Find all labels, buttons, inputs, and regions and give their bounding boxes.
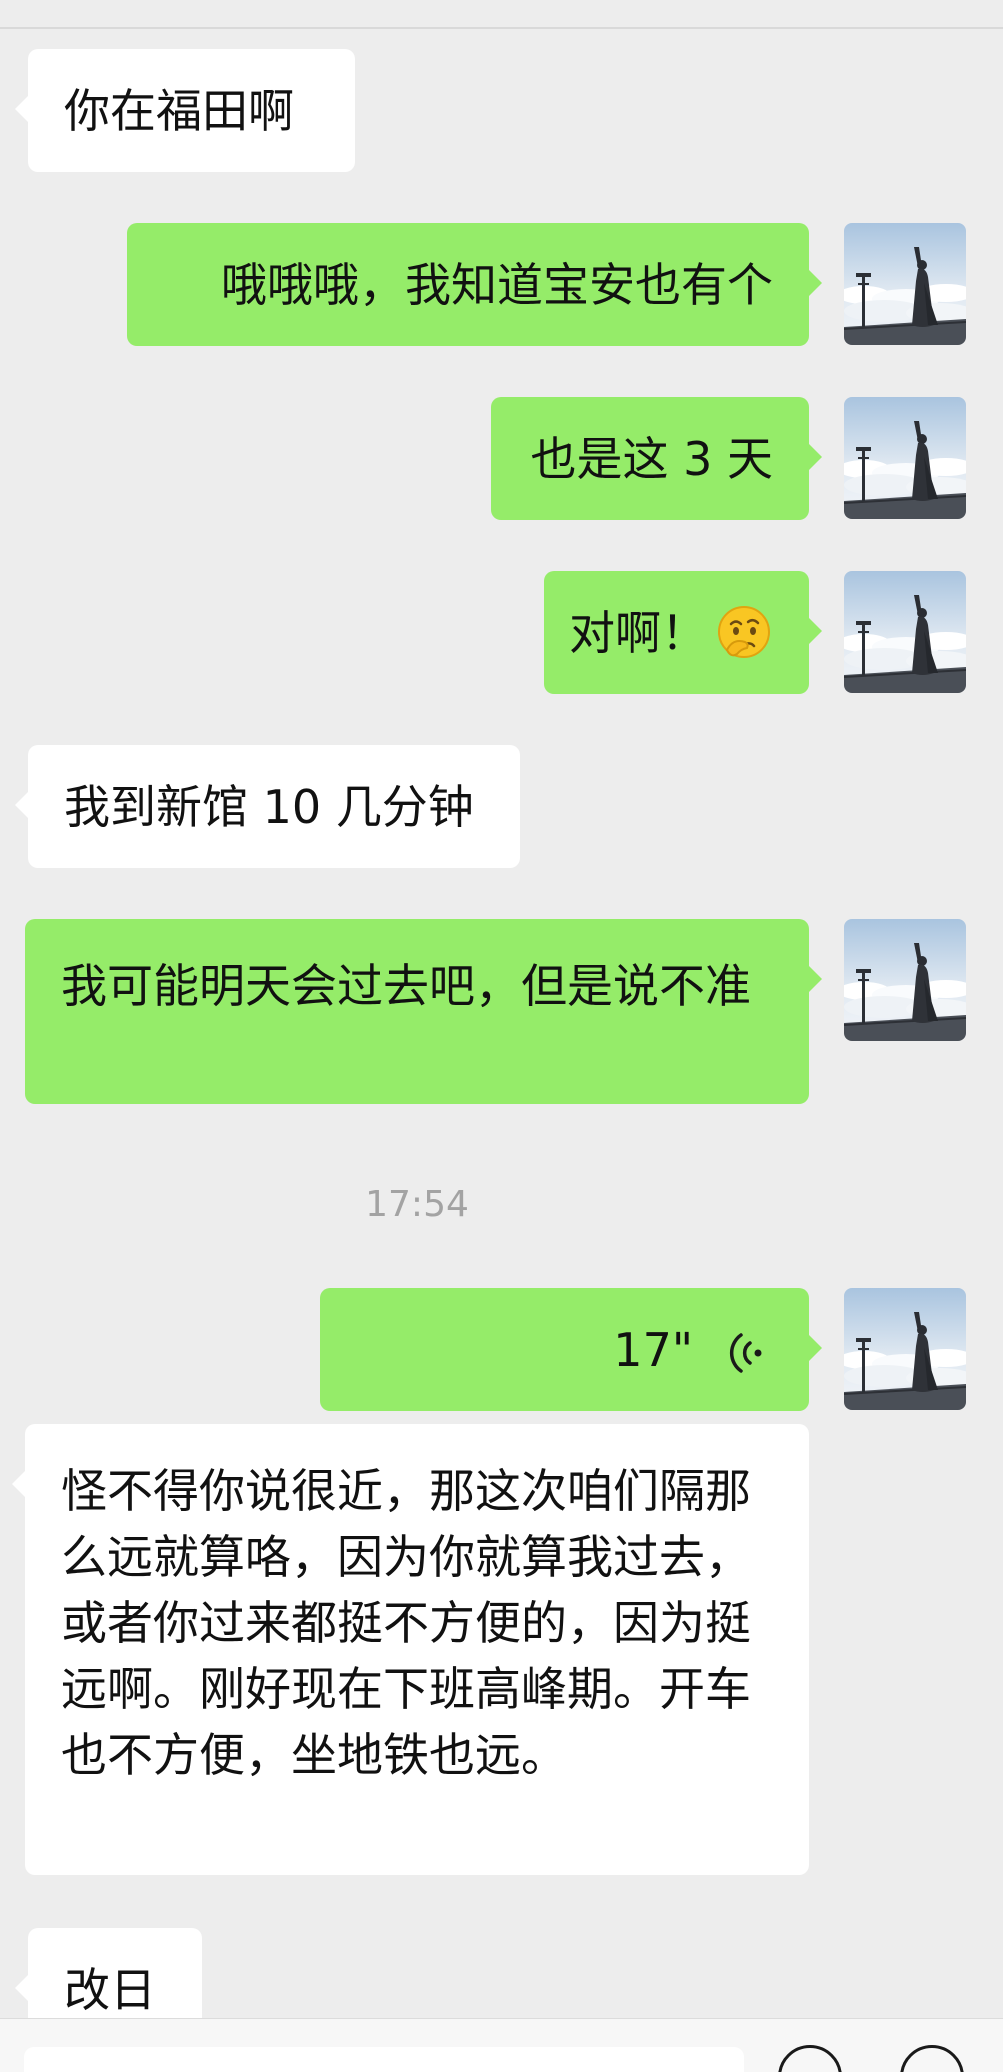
message-text: 对啊！ [569, 605, 707, 660]
avatar-image [844, 919, 966, 1041]
top-divider [0, 27, 1003, 29]
message-bubble-outgoing[interactable]: 也是这 3 天 [491, 397, 822, 520]
avatar-image [844, 1288, 966, 1410]
message-text: 改日 [64, 1962, 156, 2017]
avatar[interactable] [844, 919, 966, 1041]
thinking-face-icon [715, 604, 773, 662]
avatar[interactable] [844, 397, 966, 519]
avatar-image [844, 571, 966, 693]
message-bubble-outgoing[interactable]: 我可能明天会过去吧，但是说不准 [25, 919, 822, 1104]
message-bubble-incoming[interactable]: 我到新馆 10 几分钟 [15, 745, 520, 868]
message-text: 怪不得你说很近，那这次咱们隔那么远就算咯，因为你就算我过去，或者你过来都挺不方便… [61, 1464, 751, 1782]
avatar[interactable] [844, 223, 966, 345]
more-button[interactable] [900, 2045, 964, 2072]
chat-screen: 你在福田啊 哦哦哦，我知道宝安也有个 也是这 3 天 对啊！ 我到新馆 10 几… [0, 0, 1003, 2072]
message-bubble-incoming[interactable]: 你在福田啊 [15, 49, 355, 172]
voice-duration: 17" [613, 1322, 693, 1377]
message-bubble-outgoing[interactable]: 对啊！ [544, 571, 822, 694]
avatar[interactable] [844, 571, 966, 693]
voice-wave-icon [727, 1327, 773, 1373]
emoji-button[interactable] [778, 2045, 842, 2072]
message-text: 我到新馆 10 几分钟 [64, 779, 474, 834]
timestamp: 17:54 [365, 1184, 469, 1225]
avatar[interactable] [844, 1288, 966, 1410]
message-bubble-incoming[interactable]: 怪不得你说很近，那这次咱们隔那么远就算咯，因为你就算我过去，或者你过来都挺不方便… [12, 1424, 809, 1875]
avatar-image [844, 397, 966, 519]
input-bar [0, 2018, 1003, 2072]
avatar-image [844, 223, 966, 345]
message-input[interactable] [24, 2047, 744, 2072]
voice-message-bubble[interactable]: 17" [320, 1288, 822, 1411]
message-text: 你在福田啊 [64, 83, 294, 138]
message-text: 我可能明天会过去吧，但是说不准 [61, 959, 751, 1013]
message-text: 哦哦哦，我知道宝安也有个 [221, 257, 773, 312]
message-text: 也是这 3 天 [530, 431, 773, 486]
message-bubble-outgoing[interactable]: 哦哦哦，我知道宝安也有个 [127, 223, 822, 346]
